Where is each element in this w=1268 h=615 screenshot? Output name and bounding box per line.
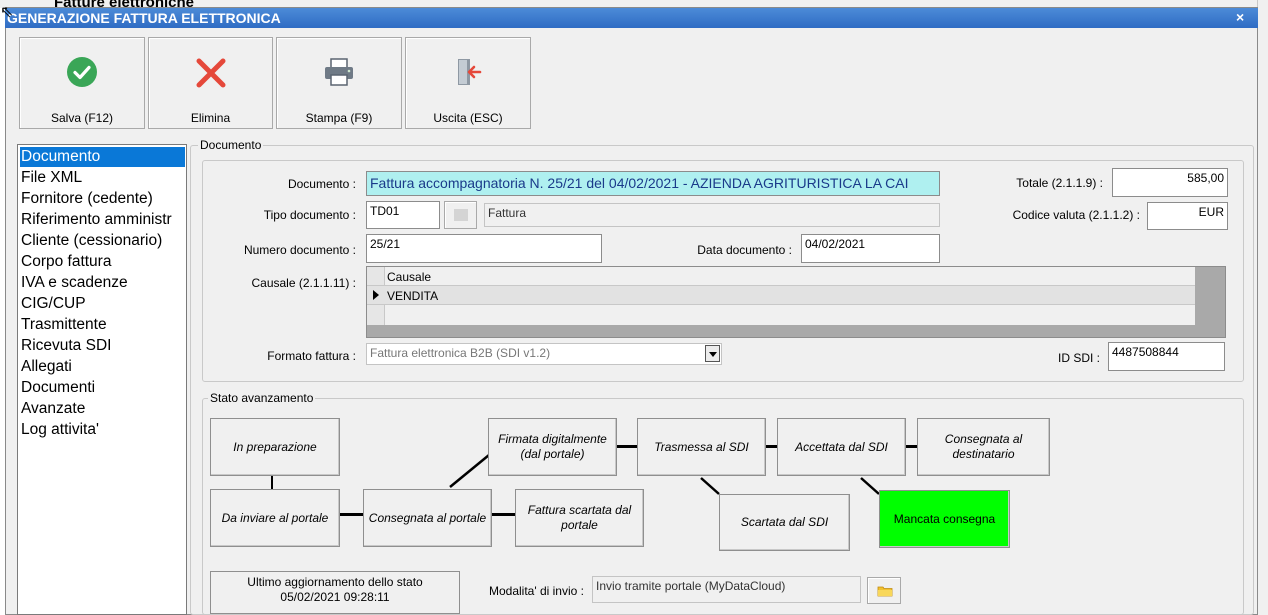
state-in-preparazione: In preparazione: [210, 418, 340, 476]
state-mancata-consegna: Mancata consegna: [879, 490, 1010, 548]
last-update-value: 05/02/2021 09:28:11: [280, 590, 390, 604]
state-firmata-digitalmente: Firmata digitalmente (dal portale): [488, 418, 617, 476]
state-da-inviare-al-portale: Da inviare al portale: [210, 489, 340, 547]
modalita-invio-label: Modalita' di invio :: [488, 584, 584, 598]
last-update-label: Ultimo aggiornamento dello stato: [247, 575, 423, 589]
last-update-box: Ultimo aggiornamento dello stato 05/02/2…: [210, 571, 460, 614]
state-consegnata-al-destinatario: Consegnata al destinatario: [917, 418, 1050, 476]
modalita-invio-browse-button[interactable]: [867, 577, 901, 604]
modalita-invio-field: Invio tramite portale (MyDataCloud): [592, 576, 861, 603]
state-consegnata-al-portale: Consegnata al portale: [363, 489, 492, 547]
state-accettata-dal-sdi: Accettata dal SDI: [777, 418, 906, 476]
state-fattura-scartata-dal-portale: Fattura scartata dal portale: [515, 489, 644, 547]
state-trasmessa-al-sdi: Trasmessa al SDI: [637, 418, 766, 476]
state-scartata-dal-sdi: Scartata dal SDI: [719, 494, 850, 551]
folder-icon: [877, 585, 893, 600]
